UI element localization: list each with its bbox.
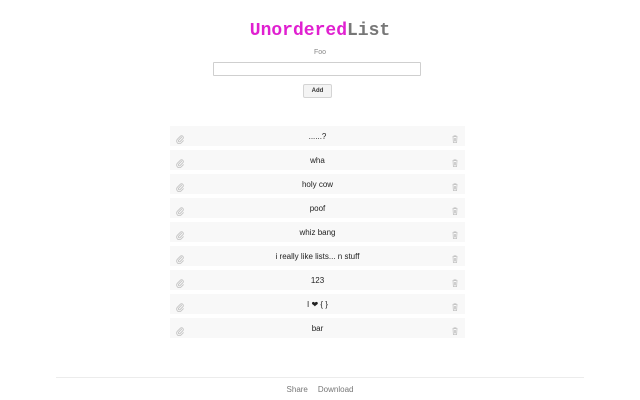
input-label: Foo [313,49,327,56]
app-title-part-2: List [347,21,391,41]
trash-icon[interactable] [450,251,460,263]
paperclip-icon[interactable] [175,203,185,217]
trash-icon[interactable] [450,155,460,167]
list-item: ......? [170,126,465,146]
paperclip-icon[interactable] [175,155,185,169]
list-item: 123 [170,270,465,290]
list-item-text: i really like lists... n stuff [275,251,360,261]
list-item-text: wha [310,155,325,165]
list-item-text: holy cow [301,179,334,189]
list-item-text: I ❤ { } [307,299,328,309]
list-item: bar [170,318,465,338]
paperclip-icon[interactable] [175,179,185,193]
trash-icon[interactable] [450,131,460,143]
footer-divider [56,377,584,378]
trash-icon[interactable] [450,275,460,287]
paperclip-icon[interactable] [175,323,185,337]
list-item-text: bar [311,323,324,333]
app-title-part-1: Unordered [249,21,347,41]
item-text-input[interactable] [213,62,421,76]
paperclip-icon[interactable] [175,227,185,241]
list-item: whiz bang [170,222,465,242]
paperclip-icon[interactable] [175,299,185,313]
trash-icon[interactable] [450,323,460,335]
trash-icon[interactable] [450,299,460,311]
list-item-text: 123 [310,275,325,285]
download-link[interactable]: Download [318,385,354,394]
trash-icon[interactable] [450,227,460,239]
add-button[interactable]: Add [303,84,332,98]
list-item: holy cow [170,174,465,194]
paperclip-icon[interactable] [175,275,185,289]
list-item: I ❤ { } [170,294,465,314]
list-item: i really like lists... n stuff [170,246,465,266]
trash-icon[interactable] [450,203,460,215]
list-item-text: ......? [308,131,327,141]
footer: Share Download [0,385,640,394]
share-link[interactable]: Share [287,385,308,394]
paperclip-icon[interactable] [175,251,185,265]
list-item-text: whiz bang [299,227,336,237]
list-item: wha [170,150,465,170]
item-list: ......? wha holy cow poof whiz bang i re… [170,126,465,342]
list-item-text: poof [309,203,326,213]
list-item: poof [170,198,465,218]
app-title: UnorderedList [0,20,640,42]
trash-icon[interactable] [450,179,460,191]
paperclip-icon[interactable] [175,131,185,145]
